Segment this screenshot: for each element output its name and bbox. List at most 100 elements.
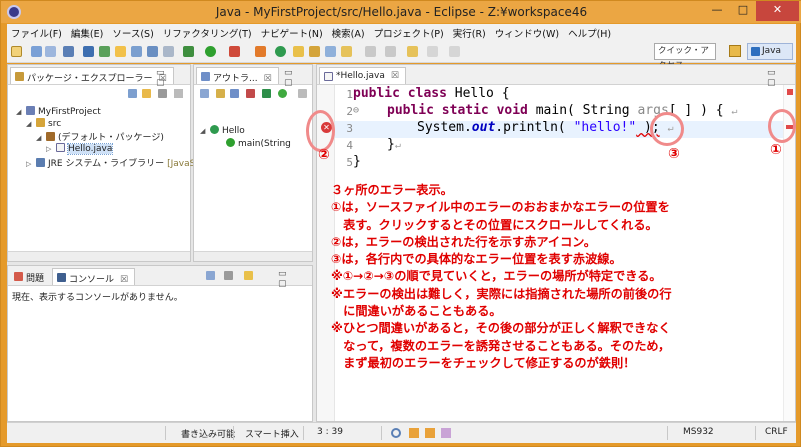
twisty-icon[interactable]: ◢ xyxy=(36,134,44,142)
new-java-project-icon[interactable] xyxy=(255,46,266,57)
hide-fields-icon[interactable] xyxy=(230,89,239,98)
horizontal-scrollbar[interactable] xyxy=(194,251,312,261)
menu-window[interactable]: ウィンドウ(W) xyxy=(491,24,564,40)
settings-icon[interactable] xyxy=(83,46,94,57)
console-tabs: 問題 コンソール ☒ ▭ ▢ xyxy=(8,266,312,289)
tree-item-src[interactable]: ◢ src xyxy=(26,118,61,129)
block-icon[interactable] xyxy=(163,46,174,57)
java-perspective-button[interactable]: Java xyxy=(747,43,793,60)
menu-search[interactable]: 検索(A) xyxy=(328,24,370,40)
new-class-icon[interactable] xyxy=(275,46,286,57)
search-icon[interactable] xyxy=(391,428,401,438)
close-icon[interactable]: ☒ xyxy=(264,74,272,84)
tab-problems[interactable]: 問題 xyxy=(10,268,50,285)
maximize-button[interactable]: □ xyxy=(730,1,756,21)
search-icon[interactable] xyxy=(325,46,336,57)
external-tools-icon[interactable] xyxy=(229,46,240,57)
sort-icon[interactable] xyxy=(216,89,225,98)
hide-non-public-icon[interactable] xyxy=(262,89,271,98)
view-menu-icon[interactable] xyxy=(174,89,183,98)
info-icon[interactable] xyxy=(441,428,451,438)
status-line-delimiter[interactable]: CRLF xyxy=(765,427,788,437)
outline-item-class[interactable]: ◢ Hello xyxy=(200,125,245,136)
code-line-5[interactable]: } xyxy=(353,154,361,169)
up-arrow-icon[interactable] xyxy=(425,428,435,438)
view-menu-icon[interactable] xyxy=(298,89,307,98)
close-icon[interactable]: ☒ xyxy=(391,71,399,81)
tab-outline[interactable]: アウトラ... ☒ xyxy=(196,67,279,84)
close-icon[interactable]: ☒ xyxy=(120,275,128,285)
error-summary-icon[interactable] xyxy=(787,89,793,95)
save-all-icon[interactable] xyxy=(45,46,56,57)
twisty-icon[interactable]: ◢ xyxy=(16,108,24,116)
tab-console[interactable]: コンソール ☒ xyxy=(52,268,136,285)
back-icon[interactable] xyxy=(427,46,438,57)
tree-item-default-package[interactable]: ◢ (デフォルト・パッケージ) xyxy=(36,130,164,143)
open-type-icon[interactable] xyxy=(293,46,304,57)
outline-item-method[interactable]: main(String xyxy=(226,138,291,149)
menu-project[interactable]: プロジェクト(P) xyxy=(370,24,449,40)
quick-access-field[interactable]: クイック・アクセス xyxy=(654,43,716,71)
highlight-icon[interactable] xyxy=(115,46,126,57)
status-divider xyxy=(755,426,756,440)
collapse-icon[interactable] xyxy=(200,89,209,98)
next-annotation-icon[interactable] xyxy=(365,46,376,57)
status-encoding[interactable]: MS932 xyxy=(683,427,714,437)
twisty-icon[interactable]: ◢ xyxy=(26,120,34,128)
open-perspective-icon[interactable] xyxy=(729,45,741,57)
horizontal-scrollbar[interactable] xyxy=(8,251,190,261)
pin-console-icon[interactable] xyxy=(224,271,233,280)
twisty-icon[interactable]: ◢ xyxy=(200,127,208,135)
link-editor-icon[interactable] xyxy=(142,89,151,98)
menu-run[interactable]: 実行(R) xyxy=(449,24,491,40)
toggle-icon[interactable] xyxy=(147,46,158,57)
link-icon[interactable] xyxy=(131,46,142,57)
class-icon xyxy=(210,125,219,134)
debug-icon[interactable] xyxy=(183,46,194,57)
hide-static-icon[interactable] xyxy=(246,89,255,98)
last-edit-icon[interactable] xyxy=(407,46,418,57)
menu-refactor[interactable]: リファクタリング(T) xyxy=(159,24,257,40)
new-icon[interactable] xyxy=(11,46,22,57)
minimize-maximize-icons[interactable]: ▭ ▢ xyxy=(278,269,312,289)
console-panel: 問題 コンソール ☒ ▭ ▢ 現在、表示するコンソールがありません。 xyxy=(7,265,313,422)
code-line-2[interactable]: public static void main( String args[ ] … xyxy=(387,103,737,118)
tab-package-explorer[interactable]: パッケージ・エクスプローラー ☒ xyxy=(10,67,174,84)
status-insert-mode[interactable]: スマート挿入 xyxy=(245,427,299,440)
tree-item-project[interactable]: ◢ MyFirstProject xyxy=(16,106,101,117)
focus-icon[interactable] xyxy=(158,89,167,98)
menu-navigate[interactable]: ナビゲート(N) xyxy=(257,24,328,40)
down-arrow-icon[interactable] xyxy=(409,428,419,438)
code-line-1[interactable]: public class Hello { xyxy=(353,86,510,101)
fold-icon[interactable]: ⊖ xyxy=(353,105,359,116)
hide-local-types-icon[interactable] xyxy=(278,89,287,98)
save-icon[interactable] xyxy=(31,46,42,57)
code-line-3[interactable]: System.out.println( "hello!" ); ↵ xyxy=(417,120,674,135)
outline-view-bar xyxy=(194,85,312,101)
previous-annotation-icon[interactable] xyxy=(385,46,396,57)
annotation-icon[interactable] xyxy=(341,46,352,57)
menu-source[interactable]: ソース(S) xyxy=(108,24,158,40)
code-line-4[interactable]: }↵ xyxy=(387,137,401,152)
tab-hello-java[interactable]: *Hello.java ☒ xyxy=(319,67,406,84)
collapse-all-icon[interactable] xyxy=(128,89,137,98)
print-icon[interactable] xyxy=(63,46,74,57)
close-button[interactable]: ✕ xyxy=(756,1,799,21)
tree-item-jre-library[interactable]: ▷ JRE システム・ライブラリー [JavaSE- xyxy=(26,156,204,169)
open-task-icon[interactable] xyxy=(309,46,320,57)
library-icon xyxy=(36,158,45,167)
forward-icon[interactable] xyxy=(449,46,460,57)
twisty-icon[interactable]: ▷ xyxy=(46,145,54,153)
line-end-icon: ↵ xyxy=(731,106,738,117)
menu-help[interactable]: ヘルプ(H) xyxy=(564,24,616,40)
mark-icon[interactable] xyxy=(99,46,110,57)
console-display-icon[interactable] xyxy=(206,271,215,280)
run-icon[interactable] xyxy=(205,46,216,57)
menu-edit[interactable]: 編集(E) xyxy=(67,24,108,40)
outline-item-label: Hello xyxy=(222,126,245,136)
minimize-button[interactable]: — xyxy=(704,1,730,21)
menu-file[interactable]: ファイル(F) xyxy=(7,24,67,40)
twisty-icon[interactable]: ▷ xyxy=(26,160,34,168)
tree-item-hello-java[interactable]: ▷ Hello.java xyxy=(46,143,114,155)
open-console-icon[interactable] xyxy=(244,271,253,280)
